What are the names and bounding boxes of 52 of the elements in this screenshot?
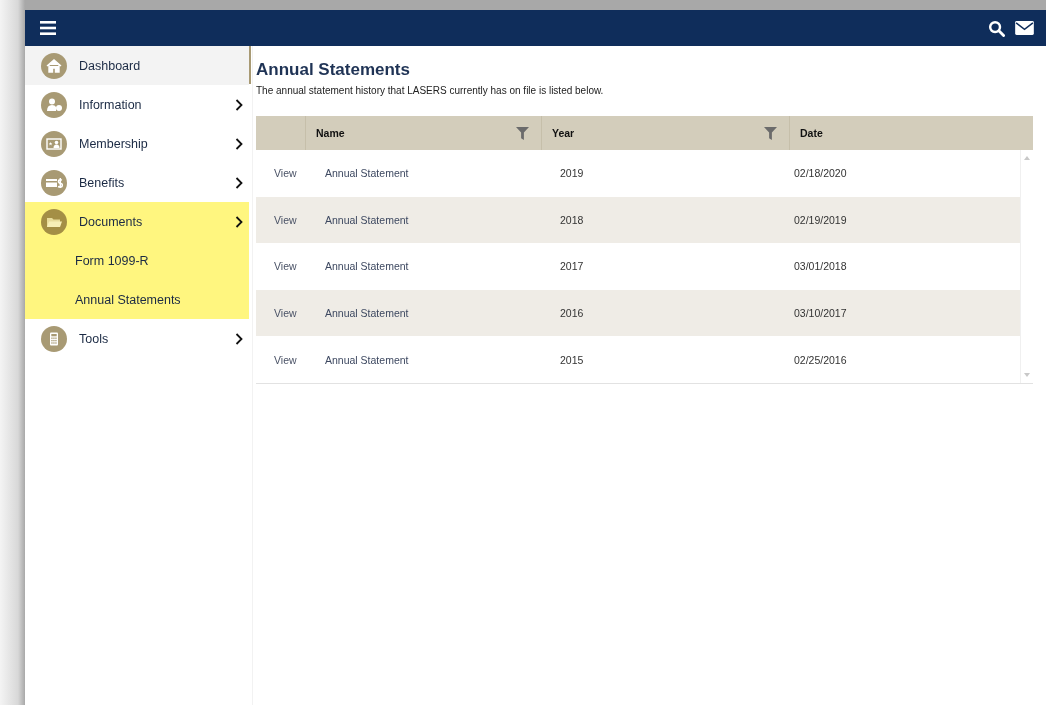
table-cell: 2017 — [560, 260, 584, 273]
chevron-right-icon — [235, 137, 243, 150]
folder-icon — [41, 208, 67, 235]
table-cell: 02/25/2016 — [794, 353, 847, 366]
chevron-right-icon — [235, 332, 243, 345]
table-cell: Annual Statement — [325, 260, 409, 273]
filter-icon[interactable] — [764, 126, 777, 140]
person-info-icon — [41, 91, 67, 118]
chevron-right-icon — [235, 98, 243, 111]
table-cell: Annual Statement — [325, 167, 409, 180]
sidebar-item[interactable]: Information — [25, 85, 249, 124]
sidebar-item[interactable]: Dashboard — [25, 46, 249, 85]
sidebar-item[interactable]: Benefits — [25, 163, 249, 202]
view-link[interactable]: View — [274, 213, 297, 226]
column-header[interactable]: Name — [316, 127, 516, 139]
filter-icon[interactable] — [516, 126, 529, 140]
table-cell: Annual Statement — [325, 353, 409, 366]
table-cell: 02/19/2019 — [794, 213, 847, 226]
menu-button[interactable] — [40, 21, 56, 35]
calculator-icon — [41, 325, 67, 352]
table-cell: 2019 — [560, 167, 584, 180]
table-cell: 03/10/2017 — [794, 307, 847, 320]
table-cell: 2016 — [560, 307, 584, 320]
envelope-icon — [1015, 21, 1034, 35]
table-cell: 2015 — [560, 353, 584, 366]
mail-button[interactable] — [1015, 21, 1034, 35]
submenu-item[interactable]: Annual Statements — [25, 280, 249, 319]
column-header[interactable]: Date — [800, 127, 1011, 139]
search-button[interactable] — [988, 19, 1005, 37]
search-icon — [988, 19, 1005, 37]
page-title: Annual Statements — [256, 60, 411, 80]
chevron-right-icon — [235, 215, 243, 228]
sidebar-item[interactable]: Tools — [25, 319, 249, 358]
id-card-icon — [41, 130, 67, 157]
table-cell: 02/18/2020 — [794, 167, 847, 180]
table-cell: Annual Statement — [325, 307, 409, 320]
submenu-item[interactable]: Form 1099-R — [25, 241, 249, 280]
view-link[interactable]: View — [274, 307, 297, 320]
sidebar-item[interactable]: Membership — [25, 124, 249, 163]
view-link[interactable]: View — [274, 353, 297, 366]
view-link[interactable]: View — [274, 167, 297, 180]
page-description: The annual statement history that LASERS currently has on file is listed below. — [256, 85, 605, 96]
view-link[interactable]: View — [274, 260, 297, 273]
menu-icon — [40, 21, 56, 35]
table-cell: Annual Statement — [325, 213, 409, 226]
sidebar-item[interactable]: Documents — [25, 202, 249, 241]
chevron-right-icon — [235, 176, 243, 189]
table-cell: 03/01/2018 — [794, 260, 847, 273]
house-icon — [41, 52, 67, 79]
table-cell: 2018 — [560, 213, 584, 226]
card-dollar-icon — [41, 169, 67, 196]
column-header[interactable]: Year — [552, 127, 764, 139]
